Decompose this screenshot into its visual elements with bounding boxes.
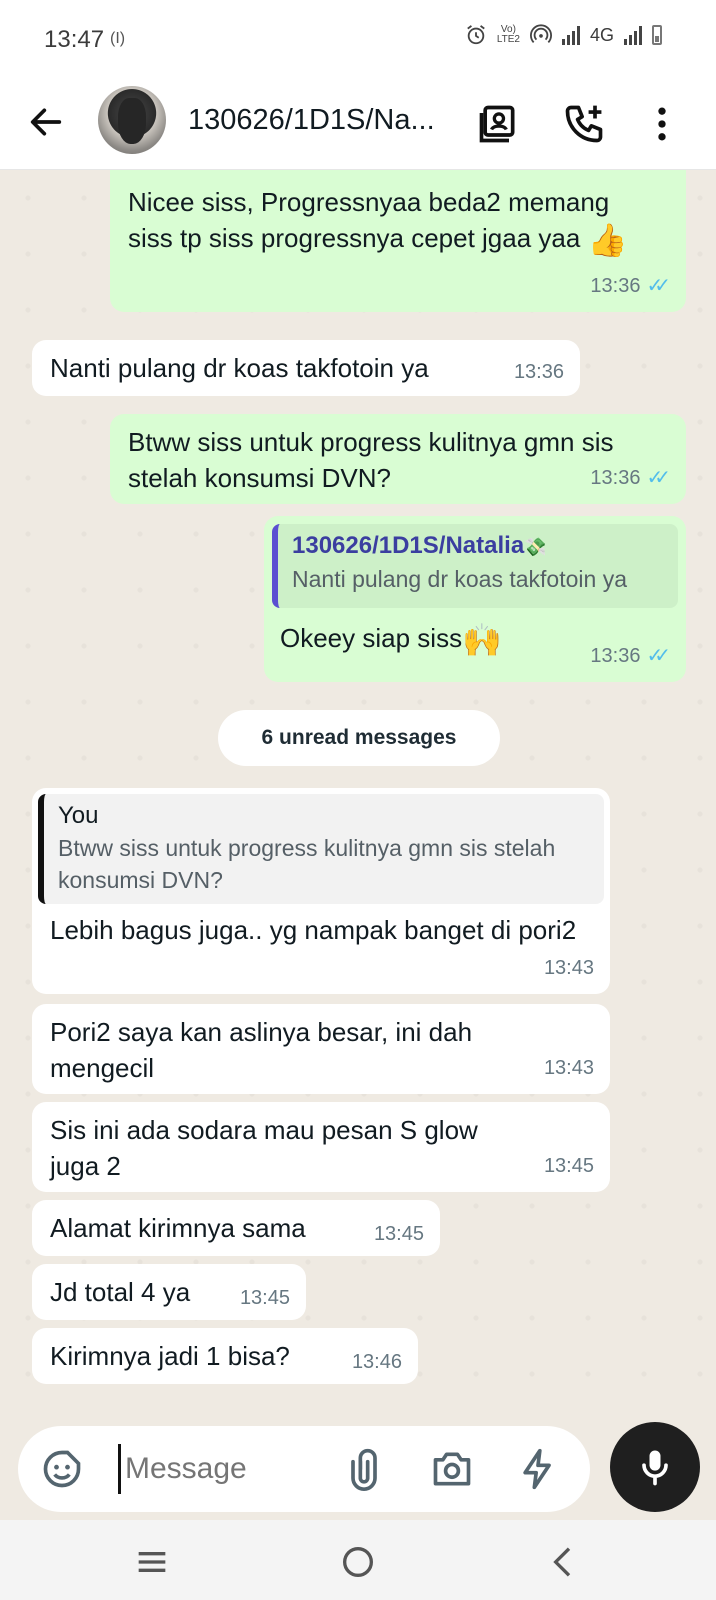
status-bar: 13:47 (I) Vo) LTE2 4G (0, 0, 716, 80)
message-time: 13:45 (239, 1287, 290, 1309)
message-bubble-incoming[interactable]: Sis ini ada sodara mau pesan S glow juga… (32, 1102, 610, 1192)
back-arrow-icon[interactable] (26, 102, 66, 142)
message-text: Pori2 saya kan aslinya besar, ini dah me… (50, 1017, 473, 1083)
alarm-icon (467, 25, 485, 45)
message-bubble-incoming[interactable]: Alamat kirimnya sama 13:45 (32, 1200, 440, 1256)
message-time: 13:43 (543, 1057, 594, 1079)
message-bubble-outgoing-reply[interactable]: 130626/1D1S/Natalia💸 Nanti pulang dr koa… (264, 516, 686, 682)
avatar[interactable] (98, 86, 166, 154)
message-time: 13:36 (513, 361, 564, 383)
raising-hands-emoji: 🙌 (462, 622, 502, 659)
message-meta: 13:36 ✓✓ (590, 638, 670, 674)
more-vert-icon[interactable] (640, 102, 684, 146)
status-icons: Vo) LTE2 4G (465, 24, 662, 46)
message-time: 13:43 (543, 957, 594, 979)
message-bubble-incoming-reply[interactable]: You Btww siss untuk progress kulitnya gm… (32, 788, 610, 994)
message-meta: 13:43 (544, 1050, 594, 1086)
message-bubble-incoming[interactable]: Jd total 4 ya 13:45 (32, 1264, 306, 1320)
message-bubble-incoming[interactable]: Kirimnya jadi 1 bisa? 13:46 (32, 1328, 418, 1384)
message-text: Lebih bagus juga.. yg nampak banget di p… (50, 915, 577, 945)
message-text: Alamat kirimnya sama (50, 1213, 306, 1243)
signal-icon-2 (624, 25, 642, 45)
vibrate-icon: (I) (110, 30, 126, 47)
quoted-message[interactable]: You Btww siss untuk progress kulitnya gm… (38, 794, 604, 904)
quoted-author: 130626/1D1S/Natalia💸 (292, 532, 547, 559)
message-text: Okeey siap siss🙌 (280, 622, 502, 659)
add-call-icon[interactable] (562, 102, 606, 146)
attach-icon[interactable] (342, 1447, 386, 1491)
mic-button[interactable] (610, 1422, 700, 1512)
battery-icon (652, 25, 662, 45)
message-meta: 13:36 ✓✓ (590, 460, 670, 496)
message-time: 13:45 (543, 1155, 594, 1177)
message-meta: 13:43 (544, 950, 594, 986)
message-bubble-outgoing[interactable]: Btww siss untuk progress kulitnya gmn si… (110, 414, 686, 504)
message-time: 13:45 (373, 1223, 424, 1245)
read-ticks-icon: ✓✓ (646, 645, 670, 667)
home-icon[interactable] (338, 1542, 378, 1582)
message-composer (18, 1426, 590, 1512)
message-meta: 13:45 (240, 1280, 290, 1316)
status-time: 13:47 (44, 26, 105, 53)
message-time: 13:36 (590, 645, 641, 667)
message-text: Btww siss untuk progress kulitnya gmn si… (128, 427, 614, 493)
hotspot-icon (529, 24, 552, 43)
message-text: Nicee siss, Progressnyaa beda2 memang si… (128, 187, 628, 259)
message-input[interactable] (118, 1444, 348, 1494)
signal-icon (561, 25, 580, 45)
emoji-sticker-icon[interactable] (40, 1447, 84, 1491)
unread-divider: 6 unread messages (218, 710, 500, 766)
mic-icon (642, 1450, 668, 1486)
chat-header: 130626/1D1S/Na... (0, 80, 716, 170)
quoted-author: You (58, 802, 99, 829)
message-time: 13:36 (590, 467, 641, 489)
quoted-message[interactable]: 130626/1D1S/Natalia💸 Nanti pulang dr koa… (272, 524, 678, 608)
message-bubble-incoming[interactable]: Nanti pulang dr koas takfotoin ya 13:36 (32, 340, 580, 396)
message-text: Nanti pulang dr koas takfotoin ya (50, 353, 429, 383)
message-text: Kirimnya jadi 1 bisa? (50, 1341, 290, 1371)
message-meta: 13:45 (374, 1216, 424, 1252)
message-meta: 13:36 (514, 354, 564, 390)
message-time: 13:36 (590, 275, 641, 297)
chat-title[interactable]: 130626/1D1S/Na... (188, 104, 435, 137)
message-bubble-outgoing[interactable]: Nicee siss, Progressnyaa beda2 memang si… (110, 170, 686, 312)
message-meta: 13:46 (352, 1344, 402, 1380)
message-time: 13:46 (351, 1351, 402, 1373)
back-icon[interactable] (544, 1542, 584, 1582)
recents-icon[interactable] (132, 1542, 172, 1582)
message-bubble-incoming[interactable]: Pori2 saya kan aslinya besar, ini dah me… (32, 1004, 610, 1094)
message-text: Jd total 4 ya (50, 1277, 191, 1307)
network-type: 4G (589, 24, 614, 45)
message-text: Sis ini ada sodara mau pesan S glow juga… (50, 1115, 478, 1181)
system-nav-bar (0, 1520, 716, 1600)
contact-card-icon[interactable] (476, 102, 520, 146)
quoted-text: Nanti pulang dr koas takfotoin ya (292, 566, 627, 592)
quoted-text: Btww siss untuk progress kulitnya gmn si… (58, 835, 556, 893)
thumbs-up-emoji: 👍 (587, 222, 628, 259)
camera-icon[interactable] (430, 1447, 474, 1491)
chat-area[interactable]: Nicee siss, Progressnyaa beda2 memang si… (0, 170, 716, 1420)
read-ticks-icon: ✓✓ (646, 275, 670, 297)
message-meta: 13:36 ✓✓ (590, 268, 670, 304)
message-meta: 13:45 (544, 1148, 594, 1184)
payment-bolt-icon[interactable] (516, 1447, 560, 1491)
read-ticks-icon: ✓✓ (646, 467, 670, 489)
volte-icon: Vo) LTE2 (496, 24, 520, 45)
